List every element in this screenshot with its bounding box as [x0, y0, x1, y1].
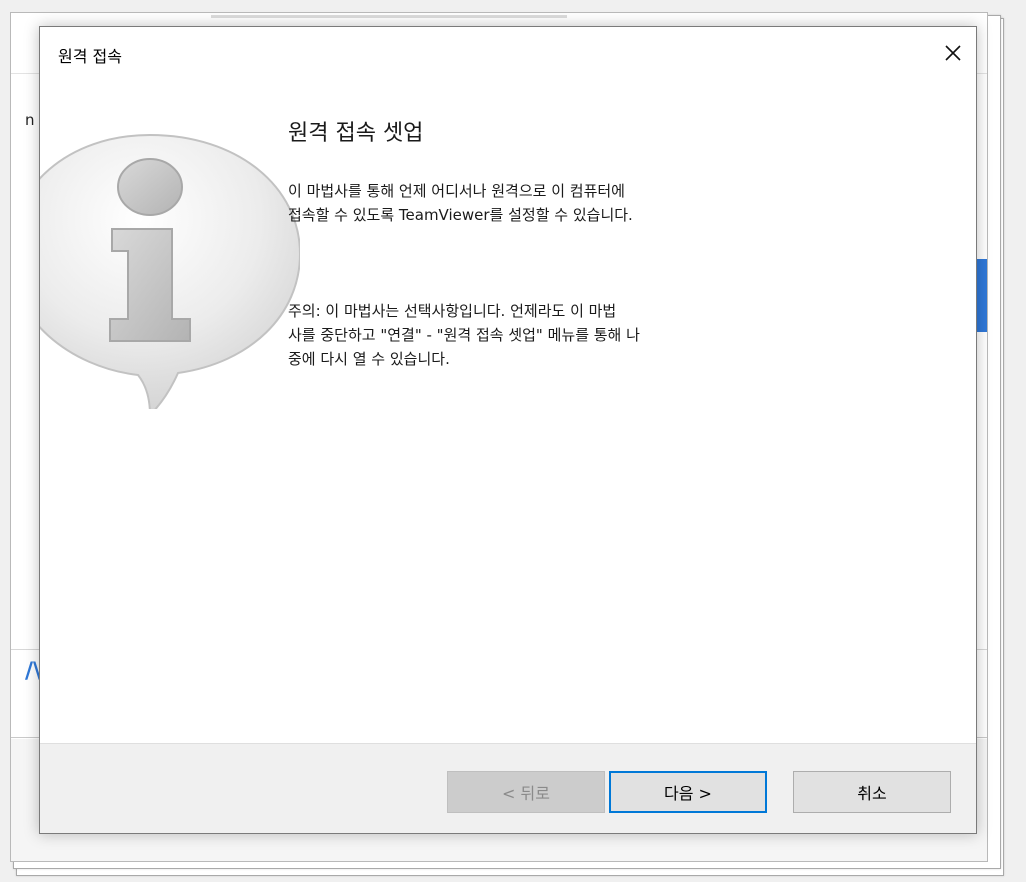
info-speech-bubble-icon [40, 133, 300, 409]
wizard-heading: 원격 접속 셋업 [288, 121, 424, 146]
background-window-top-edge [211, 15, 567, 18]
dialog-footer: < 뒤로 다음 > 취소 [40, 743, 976, 833]
wizard-note: 주의: 이 마법사는 선택사항입니다. 언제라도 이 마법 사를 중단하고 "연… [288, 302, 640, 368]
dialog-titlebar[interactable]: 원격 접속 [40, 27, 976, 79]
cancel-button[interactable]: 취소 [793, 771, 951, 813]
back-button[interactable]: < 뒤로 [447, 771, 605, 813]
close-icon [945, 45, 961, 61]
next-button[interactable]: 다음 > [609, 771, 767, 813]
remote-access-dialog: 원격 접속 원격 접속 셋업 이 마법사를 통해 언제 어디서나 원격으로 이 … [39, 26, 977, 834]
wizard-description: 이 마법사를 통해 언제 어디서나 원격으로 이 컴퓨터에 접속할 수 있도록 … [288, 182, 633, 224]
background-partial-text: n [25, 111, 35, 129]
dialog-title: 원격 접속 [58, 47, 122, 66]
close-button[interactable] [930, 27, 976, 79]
wizard-content: 원격 접속 셋업 이 마법사를 통해 언제 어디서나 원격으로 이 컴퓨터에 접… [40, 79, 976, 743]
